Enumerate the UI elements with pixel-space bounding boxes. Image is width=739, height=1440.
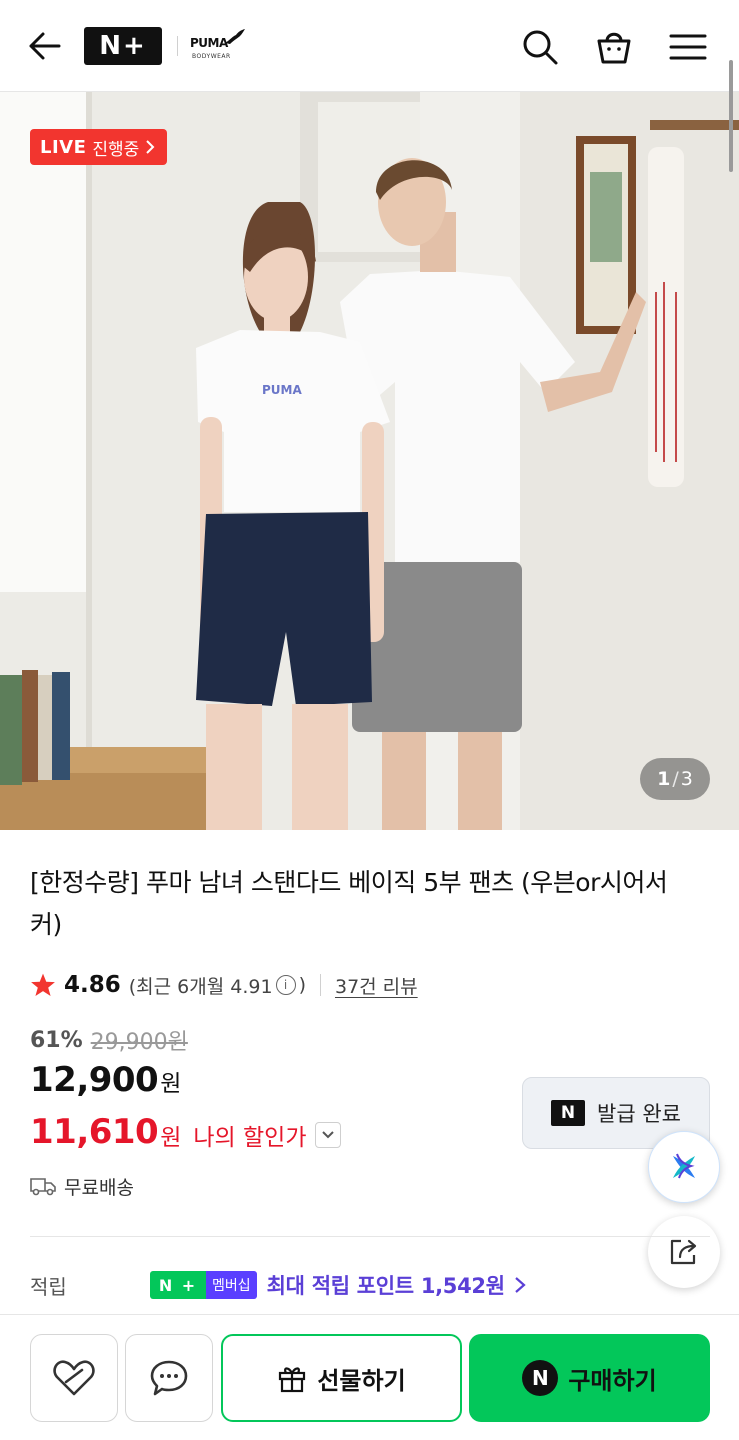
original-price: 29,900원: [90, 1030, 188, 1055]
product-title: [한정수량] 푸마 남녀 스탠다드 베이직 5부 팬츠 (우븐or시어서커): [30, 868, 668, 939]
search-icon[interactable]: [516, 24, 564, 70]
shipping-row: 무료배송: [30, 1170, 134, 1202]
star-icon: [31, 973, 55, 997]
info-icon[interactable]: i: [275, 975, 296, 995]
back-arrow-icon[interactable]: [22, 24, 66, 68]
recent-rating-text: (최근 6개월 4.91: [128, 975, 273, 998]
points-row[interactable]: 적립 N + 멤버십 최대 적립 포인트 1,542원: [30, 1266, 650, 1304]
rating-row: 4.86 (최근 6개월 4.91 i ) 37건 리뷰: [30, 966, 418, 1004]
sparkle-icon: [673, 1153, 695, 1179]
image-counter: 1 / 3: [640, 758, 710, 800]
menu-icon[interactable]: [664, 24, 712, 70]
my-discount-label: 나의 할인가: [193, 1125, 307, 1151]
image-counter-current: 1: [657, 768, 671, 790]
buy-button[interactable]: N 구매하기: [469, 1334, 710, 1422]
live-word: LIVE: [40, 136, 87, 158]
bottom-action-bar: 선물하기 N 구매하기: [0, 1314, 739, 1440]
svg-text:PUMA: PUMA: [262, 383, 302, 397]
chevron-down-icon[interactable]: [314, 1122, 341, 1148]
membership-badge-n: N +: [150, 1271, 206, 1299]
share-button[interactable]: [648, 1216, 720, 1288]
sale-price-row: 12,900 원: [30, 1060, 181, 1108]
max-points-text: 최대 적립 포인트 1,542원: [266, 1274, 505, 1298]
top-header: N+ PUMA BODYWEAR: [0, 0, 739, 92]
discount-row: 61% 29,900원: [30, 1022, 188, 1058]
divider: [319, 974, 321, 996]
scrollbar[interactable]: [729, 60, 733, 172]
coupon-issued-label: 발급 완료: [597, 1102, 681, 1126]
ai-assistant-button[interactable]: [648, 1131, 720, 1203]
puma-brand-logo[interactable]: PUMA BODYWEAR: [190, 28, 248, 64]
wishlist-button[interactable]: [30, 1334, 118, 1422]
nplus-store-logo[interactable]: N+: [84, 27, 162, 65]
heart-icon: [53, 1360, 95, 1396]
discount-rate: 61%: [30, 1027, 83, 1053]
brand-name: PUMA: [190, 36, 228, 50]
membership-badge-text: 멤버십: [206, 1271, 257, 1299]
membership-badge: N + 멤버십: [150, 1271, 257, 1299]
my-discount-price: 11,610: [30, 1112, 159, 1152]
gift-button[interactable]: 선물하기: [221, 1334, 462, 1422]
share-icon: [670, 1239, 697, 1265]
shopping-bag-icon[interactable]: [590, 24, 638, 70]
product-image-carousel[interactable]: PUMA LIVE 진행중 1 / 3: [0, 92, 739, 830]
sale-price: 12,900: [30, 1060, 159, 1100]
naver-n-icon: N: [551, 1100, 586, 1126]
puma-cat-icon: [225, 29, 245, 44]
points-label: 적립: [30, 1274, 67, 1299]
talk-button[interactable]: [125, 1334, 213, 1422]
reviews-link[interactable]: 37건 리뷰: [335, 972, 418, 999]
gift-button-label: 선물하기: [317, 1366, 406, 1395]
image-counter-total: 3: [680, 768, 693, 790]
truck-icon: [30, 1178, 56, 1196]
my-discount-row[interactable]: 11,610 원 나의 할인가: [30, 1108, 341, 1156]
recent-rating: (최근 6개월 4.91 i ): [129, 972, 306, 999]
image-counter-separator: /: [672, 768, 679, 790]
section-divider: [30, 1236, 710, 1237]
rating-score: 4.86: [64, 972, 121, 998]
chevron-right-icon: [146, 140, 155, 154]
brand-subtitle: BODYWEAR: [192, 53, 231, 60]
my-discount-price-unit: 원: [160, 1125, 182, 1151]
gift-icon: [279, 1367, 306, 1393]
product-photo: PUMA: [0, 92, 739, 830]
shipping-text: 무료배송: [64, 1176, 134, 1199]
logo-divider: [177, 36, 178, 56]
sale-price-unit: 원: [160, 1071, 182, 1097]
chevron-right-icon: [515, 1277, 526, 1293]
chat-bubble-icon: [150, 1360, 188, 1396]
live-status-text: 진행중: [92, 139, 140, 160]
buy-button-label: 구매하기: [568, 1366, 657, 1395]
live-badge[interactable]: LIVE 진행중: [30, 129, 168, 165]
naver-pay-icon: N: [522, 1360, 559, 1396]
recent-rating-close: ): [298, 974, 306, 996]
